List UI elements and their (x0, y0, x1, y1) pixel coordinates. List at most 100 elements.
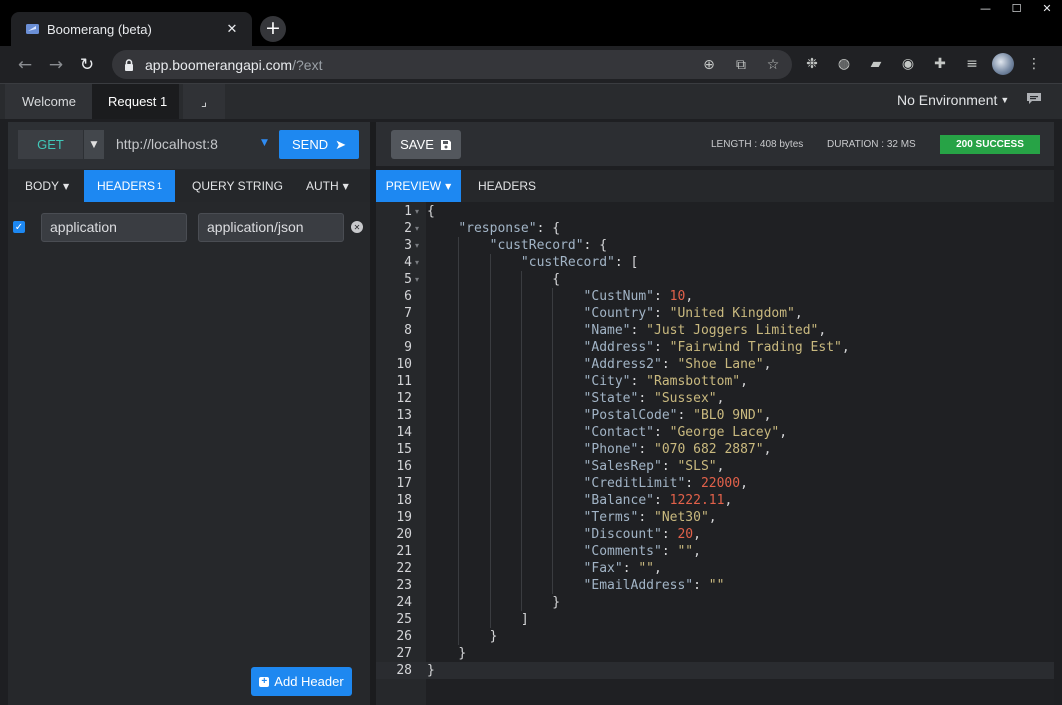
code-line: 17 "CreditLimit": 22000, (376, 475, 1054, 492)
line-number: 27 (396, 646, 412, 661)
header-value-input[interactable]: application/json (198, 213, 344, 242)
window-controls: — ☐ ✕ (970, 0, 1062, 17)
add-header-button[interactable]: + Add Header (251, 667, 352, 696)
tab-welcome[interactable]: Welcome (5, 84, 92, 119)
reload-icon[interactable]: ↻ (73, 51, 101, 79)
header-enabled-checkbox[interactable]: ✓ (13, 221, 25, 233)
line-number: 20 (396, 527, 412, 542)
tab-query-string[interactable]: QUERY STRING (192, 170, 283, 202)
header-key-input[interactable]: application (41, 213, 187, 242)
tab-response-headers[interactable]: HEADERS (478, 170, 536, 202)
line-number: 10 (396, 357, 412, 372)
fold-chevron-icon[interactable]: ▾ (415, 220, 419, 237)
code-line: 16 "SalesRep": "SLS", (376, 458, 1054, 475)
code-text: } (489, 629, 498, 644)
line-number: 11 (396, 374, 412, 389)
app-tab-bar: Welcome Request 1 ⌟ No Environment ▼ (0, 83, 1062, 119)
code-text: "Contact": "George Lacey", (583, 425, 788, 440)
omnibox-actions: ⊕ ⧉ ☆ (698, 54, 784, 76)
tab-auth[interactable]: AUTH ▼ (306, 170, 349, 202)
code-line: 22 "Fax": "", (376, 560, 1054, 577)
line-number: 25 (396, 612, 412, 627)
code-line: 11 "City": "Ramsbottom", (376, 373, 1054, 390)
address-bar[interactable]: app.boomerangapi.com/?ext ⊕ ⧉ ☆ (112, 50, 792, 79)
line-number: 17 (396, 476, 412, 491)
new-tab-button[interactable]: + (260, 16, 286, 42)
feedback-icon[interactable] (1026, 92, 1042, 105)
code-line: 19 "Terms": "Net30", (376, 509, 1054, 526)
boomerang-extension-icon[interactable]: ▰ (864, 51, 888, 77)
new-request-tab[interactable]: ⌟ (183, 84, 225, 119)
url-history-chevron-icon[interactable]: ▼ (261, 138, 268, 148)
code-text: "Address2": "Shoe Lane", (583, 357, 772, 372)
browser-menu-icon[interactable]: ⋮ (1022, 51, 1046, 77)
code-line: 24 } (376, 594, 1054, 611)
tab-preview[interactable]: PREVIEW ▼ (376, 170, 461, 202)
fold-chevron-icon[interactable]: ▾ (415, 254, 419, 271)
circle-extension-icon[interactable]: ◉ (896, 51, 920, 77)
code-line: 26 } (376, 628, 1054, 645)
boomerang-favicon-icon (26, 24, 39, 34)
maximize-button[interactable]: ☐ (1001, 0, 1032, 17)
tab-body-label: BODY (25, 179, 60, 193)
media-queue-icon[interactable]: ≡ (960, 51, 984, 77)
request-tabs: BODY ▼ HEADERS 1 QUERY STRING AUTH ▼ (8, 170, 370, 202)
code-line: 3 ▾ "custRecord": { (376, 237, 1054, 254)
code-line: 1 ▾ { (376, 203, 1054, 220)
floppy-disk-icon (440, 139, 451, 150)
line-number: 9 (404, 340, 412, 355)
code-text: } (458, 646, 467, 661)
code-line: 7 "Country": "United Kingdom", (376, 305, 1054, 322)
code-line: 18 "Balance": 1222.11, (376, 492, 1054, 509)
fold-chevron-icon[interactable]: ▾ (415, 203, 419, 220)
back-arrow-icon[interactable]: ← (11, 51, 39, 79)
line-number: 23 (396, 578, 412, 593)
line-number: 14 (396, 425, 412, 440)
tab-auth-label: AUTH (306, 179, 339, 193)
close-window-button[interactable]: ✕ (1032, 0, 1062, 17)
response-tabs: PREVIEW ▼ HEADERS (376, 170, 1054, 202)
code-line: 28} (376, 662, 1054, 679)
puzzle-extensions-icon[interactable]: ✚ (928, 51, 952, 77)
code-text: "SalesRep": "SLS", (583, 459, 725, 474)
fold-chevron-icon[interactable]: ▾ (415, 237, 419, 254)
fold-chevron-icon[interactable]: ▾ (415, 271, 419, 288)
indent-guide (489, 254, 491, 628)
bookmark-star-icon[interactable]: ☆ (762, 54, 784, 76)
remove-header-icon[interactable]: ✕ (351, 221, 363, 233)
response-editor[interactable]: 1 ▾{2 ▾ "response": {3 ▾ "custRecord": {4 ▾ … (376, 202, 1054, 705)
minimize-button[interactable]: — (970, 0, 1001, 17)
save-button[interactable]: SAVE (391, 130, 461, 159)
request-url-input[interactable]: http://localhost:881( (114, 130, 218, 159)
line-number: 8 (404, 323, 412, 338)
install-app-icon[interactable]: ⊕ (698, 54, 720, 76)
browser-tab-boomerang[interactable]: Boomerang (beta) ✕ (11, 12, 252, 46)
forward-arrow-icon[interactable]: → (42, 51, 70, 79)
code-text: "State": "Sussex", (583, 391, 725, 406)
save-label: SAVE (400, 137, 434, 152)
method-chevron-down-icon[interactable]: ▼ (83, 130, 104, 159)
chevron-down-icon: ▼ (445, 181, 452, 191)
tab-preview-label: PREVIEW (385, 179, 442, 193)
tab-strip: Boomerang (beta) ✕ + (0, 0, 1062, 46)
send-button[interactable]: SEND ➤ (279, 130, 359, 159)
tab-body[interactable]: BODY ▼ (25, 170, 69, 202)
translate-icon[interactable]: ⧉ (730, 54, 752, 76)
code-text: "Discount": 20, (583, 527, 701, 542)
profile-avatar[interactable] (992, 53, 1014, 75)
environment-select[interactable]: No Environment ▼ (897, 92, 1009, 108)
code-text: "Name": "Just Joggers Limited", (583, 323, 827, 338)
code-line: 8 "Name": "Just Joggers Limited", (376, 322, 1054, 339)
tab-headers[interactable]: HEADERS 1 (84, 170, 175, 202)
environment-label: No Environment (897, 92, 998, 108)
code-text: "CustNum": 10, (583, 289, 694, 304)
close-tab-icon[interactable]: ✕ (222, 19, 242, 39)
globe-extension-icon[interactable]: ◍ (832, 51, 856, 77)
tab-request-1[interactable]: Request 1 (92, 84, 179, 119)
method-select[interactable]: GET (18, 130, 83, 159)
browser-toolbar: ← → ↻ app.boomerangapi.com/?ext ⊕ ⧉ ☆ ❉ … (0, 46, 1062, 83)
line-number: 13 (396, 408, 412, 423)
extensions-bar: ❉ ◍ ▰ ◉ ✚ ≡ ⋮ (800, 51, 1046, 77)
paw-extension-icon[interactable]: ❉ (800, 51, 824, 77)
code-text: "PostalCode": "BL0 9ND", (583, 408, 772, 423)
